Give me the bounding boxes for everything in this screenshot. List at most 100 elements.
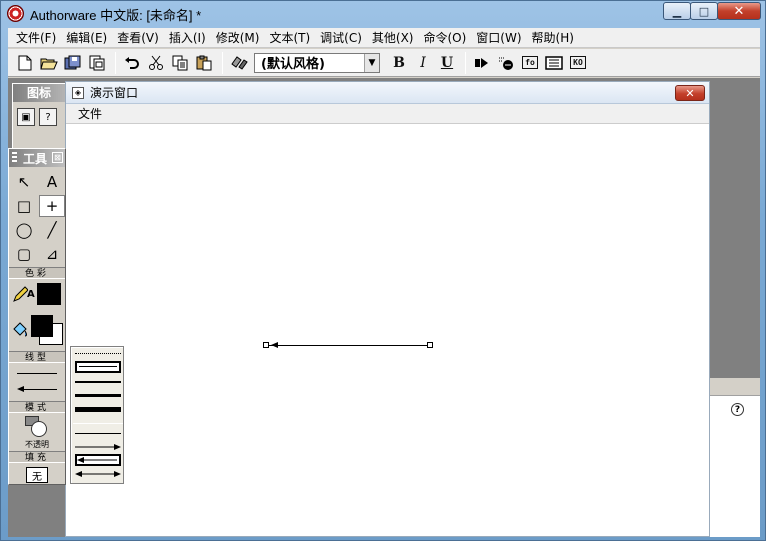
line-style-popup: [70, 346, 124, 484]
client-area: 文件(F) 编辑(E) 查看(V) 插入(I) 修改(M) 文本(T) 调试(C…: [8, 28, 760, 537]
mode-selector[interactable]: 不透明: [9, 413, 65, 451]
tools-title: 工具: [23, 151, 48, 166]
toolbar-separator: [465, 51, 466, 74]
paint-bucket-icon[interactable]: [11, 321, 29, 339]
chevron-down-icon[interactable]: ▼: [364, 53, 379, 72]
text-color-label: A: [27, 289, 35, 300]
cut-icon[interactable]: [145, 52, 167, 74]
line-color-swatch[interactable]: [37, 283, 61, 305]
bold-button[interactable]: B: [388, 52, 410, 74]
knowledge-objects-icon[interactable]: KO: [567, 52, 589, 74]
presentation-title: 演示窗口: [90, 86, 139, 100]
control-panel-icon[interactable]: [495, 52, 517, 74]
presentation-title-bar[interactable]: ◈ 演示窗口 ✕: [66, 82, 709, 104]
help-icon[interactable]: ?: [731, 403, 744, 416]
save-all-icon[interactable]: [62, 52, 84, 74]
display-icon[interactable]: ▣: [17, 108, 35, 126]
menu-modify[interactable]: 修改(M): [211, 29, 265, 46]
line-option-2px[interactable]: [75, 381, 121, 383]
minimize-button[interactable]: ▁: [663, 2, 691, 20]
menu-file[interactable]: 文件(F): [11, 29, 61, 46]
run-icon[interactable]: [471, 52, 493, 74]
text-style-dropdown[interactable]: (默认风格) ▼: [254, 52, 380, 73]
decision-icon[interactable]: ?: [39, 108, 57, 126]
menu-debug[interactable]: 调试(C): [315, 29, 367, 46]
pencil-icon[interactable]: [12, 285, 28, 303]
tools-title-bar[interactable]: 工具 ⊠: [9, 149, 65, 167]
paste-icon[interactable]: [193, 52, 215, 74]
presentation-close-button[interactable]: ✕: [675, 85, 705, 101]
rounded-rectangle-tool[interactable]: ▢: [11, 243, 37, 265]
main-toolbar: (默认风格) ▼ B I U fo KO: [8, 49, 760, 77]
line-style-preview[interactable]: [9, 363, 65, 401]
design-window-background: [708, 78, 760, 378]
fill-selector: 无: [9, 463, 65, 487]
menu-window[interactable]: 窗口(W): [471, 29, 526, 46]
side-panel-stripe: [709, 378, 760, 396]
arrow-option-end[interactable]: [75, 443, 121, 451]
menu-xtras[interactable]: 其他(X): [367, 29, 419, 46]
rectangle-tool[interactable]: □: [11, 195, 37, 217]
diagonal-line-tool[interactable]: ╱: [39, 219, 65, 241]
new-file-icon[interactable]: [14, 52, 36, 74]
menu-insert[interactable]: 插入(I): [164, 29, 211, 46]
line-popup-separator: [73, 423, 123, 424]
functions-label: fo: [522, 56, 538, 69]
mode-circle-icon: [31, 421, 47, 437]
presentation-canvas[interactable]: [66, 125, 709, 536]
copy-icon[interactable]: [169, 52, 191, 74]
line-handle-end[interactable]: [427, 342, 433, 348]
undo-icon[interactable]: [121, 52, 143, 74]
maximize-button[interactable]: □: [690, 2, 718, 20]
functions-icon[interactable]: fo: [519, 52, 541, 74]
menu-bar: 文件(F) 编辑(E) 查看(V) 插入(I) 修改(M) 文本(T) 调试(C…: [8, 28, 760, 48]
line-option-6px[interactable]: [75, 407, 121, 412]
variables-icon[interactable]: [543, 52, 565, 74]
tools-grid: ↖ A □ + ◯ ╱ ▢ ⊿: [9, 167, 65, 267]
underline-button[interactable]: U: [436, 52, 458, 74]
tools-palette: 工具 ⊠ ↖ A □ + ◯ ╱ ▢ ⊿ 色彩 A 线型 模式 不透明 填充 无: [8, 148, 66, 485]
line-arrow-head: [17, 386, 24, 392]
polygon-tool[interactable]: ⊿: [39, 243, 65, 265]
menu-help[interactable]: 帮助(H): [527, 29, 579, 46]
drawn-line[interactable]: [266, 345, 430, 346]
line-handle-start[interactable]: [263, 342, 269, 348]
presentation-window: ◈ 演示窗口 ✕ 文件: [65, 81, 710, 537]
title-bar[interactable]: Authorware 中文版: [未命名] * ▁ □ ✕: [1, 1, 765, 27]
arrow-option-both[interactable]: [75, 470, 121, 478]
toolbar-separator: [222, 51, 223, 74]
menu-view[interactable]: 查看(V): [112, 29, 164, 46]
line-option-3px[interactable]: [75, 394, 121, 397]
presentation-window-icon: ◈: [72, 86, 84, 99]
icon-palette-title[interactable]: 图标: [13, 84, 66, 102]
menu-commands[interactable]: 命令(O): [418, 29, 471, 46]
pointer-tool[interactable]: ↖: [11, 171, 37, 193]
fill-section-label: 填充: [9, 451, 65, 463]
app-window: Authorware 中文版: [未命名] * ▁ □ ✕ 文件(F) 编辑(E…: [0, 0, 766, 541]
line-option-selected-frame[interactable]: [75, 361, 121, 373]
find-icon[interactable]: [228, 52, 250, 74]
window-title: Authorware 中文版: [未命名] *: [30, 8, 202, 23]
text-tool[interactable]: A: [39, 171, 65, 193]
arrow-option-none[interactable]: [75, 433, 121, 434]
presentation-menu-bar: 文件: [66, 104, 709, 124]
fill-value[interactable]: 无: [26, 467, 48, 483]
icon-palette-row: ▣ ?: [13, 102, 66, 132]
line-option-dotted[interactable]: [75, 353, 121, 354]
workspace: 图标 ▣ ? ? ◈ 演示窗口 ✕ 文件 工具 ⊠ ↖ A □ + ◯ ╱ ▢ …: [8, 78, 760, 537]
italic-button[interactable]: I: [412, 52, 434, 74]
toolbar-separator: [115, 51, 116, 74]
tools-close-button[interactable]: ⊠: [52, 152, 63, 163]
color-section-label: 色彩: [9, 267, 65, 279]
presentation-menu-file[interactable]: 文件: [78, 105, 102, 122]
menu-text[interactable]: 文本(T): [264, 29, 315, 46]
open-folder-icon[interactable]: [38, 52, 60, 74]
ellipse-tool[interactable]: ◯: [11, 219, 37, 241]
grip-handle[interactable]: [12, 152, 17, 164]
menu-edit[interactable]: 编辑(E): [61, 29, 112, 46]
close-button[interactable]: ✕: [717, 2, 761, 20]
line-tool[interactable]: +: [39, 195, 65, 217]
foreground-color-swatch[interactable]: [31, 315, 53, 337]
fill-color-row: [9, 311, 65, 351]
import-icon[interactable]: [86, 52, 108, 74]
